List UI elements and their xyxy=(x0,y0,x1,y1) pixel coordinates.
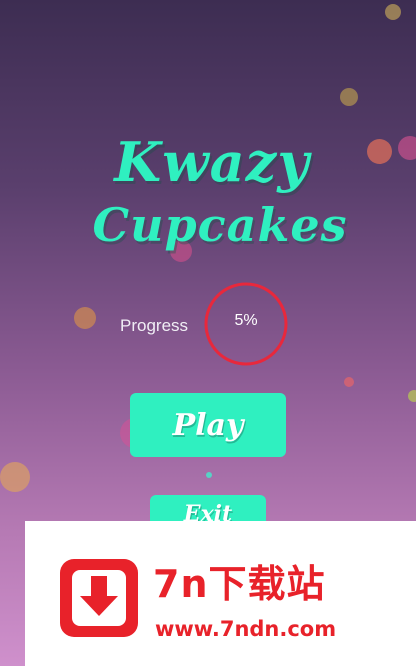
bokeh-dot xyxy=(206,472,212,478)
download-arrow-icon xyxy=(60,559,138,637)
bokeh-dot xyxy=(340,88,358,106)
play-button[interactable]: Play xyxy=(130,393,286,457)
download-arrow-icon-inner xyxy=(72,570,126,626)
game-title-line1: Kwazy xyxy=(114,130,310,194)
bokeh-dot xyxy=(385,4,401,20)
ad-banner[interactable]: 7n下载站 www.7ndn.com xyxy=(25,521,416,666)
download-arrow-glyph xyxy=(80,576,118,616)
bokeh-dot xyxy=(0,462,30,492)
bokeh-dot xyxy=(74,307,96,329)
ad-title: 7n下载站 xyxy=(153,562,326,606)
progress-value: 5% xyxy=(234,312,258,329)
progress-label: Progress xyxy=(120,316,189,335)
bokeh-dot xyxy=(408,390,416,402)
ad-url: www.7ndn.com xyxy=(155,617,337,641)
bokeh-dot xyxy=(344,377,354,387)
game-title-line2: Cupcakes xyxy=(92,198,348,252)
